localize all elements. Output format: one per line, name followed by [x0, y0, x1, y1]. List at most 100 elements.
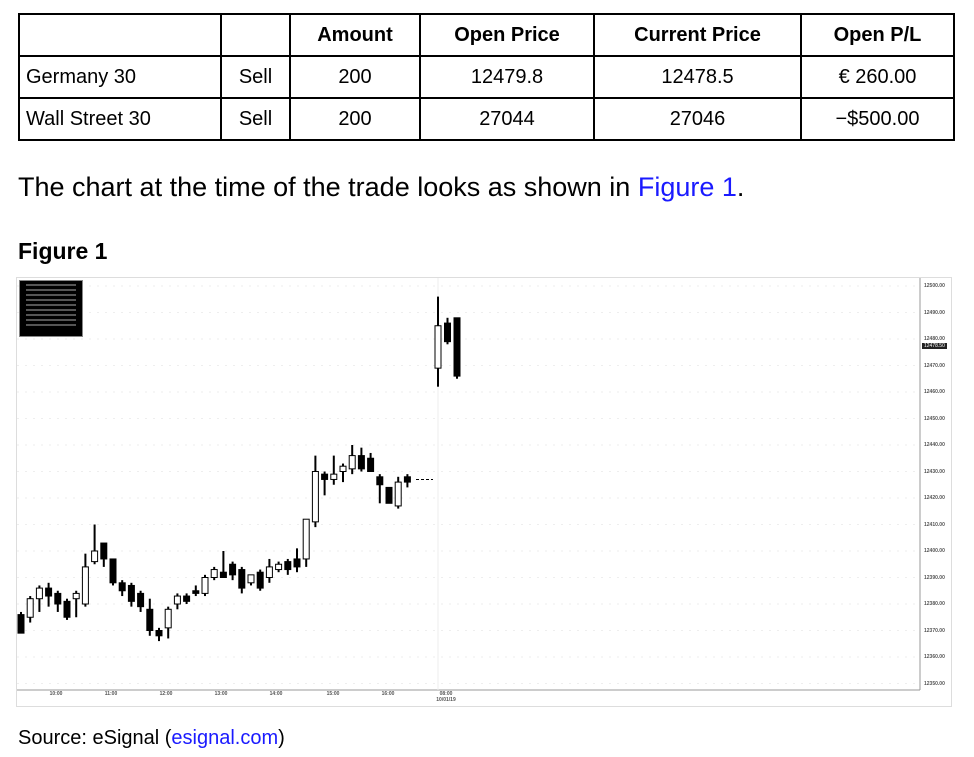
esignal-link[interactable]: esignal.com [171, 727, 278, 749]
y-tick-label: 12370.00 [924, 627, 945, 634]
candle-down [403, 476, 411, 483]
intro-end: . [736, 172, 745, 202]
candle-up [35, 587, 43, 600]
figure-title: Figure 1 [18, 238, 108, 264]
x-tick-label: 16:00 [381, 691, 395, 697]
candle-down [100, 542, 108, 560]
intro-text: The chart at the time of the trade looks… [18, 172, 638, 202]
candle-up [26, 598, 34, 618]
x-tick-label: 15:00 [326, 691, 340, 697]
x-date-label: 10/01/19 [436, 697, 456, 703]
cell-open-price: 12479.8 [419, 55, 595, 99]
candle-down [229, 563, 237, 576]
candle-up [91, 550, 99, 563]
cell-open-price: 27044 [419, 97, 595, 141]
header-current-price: Current Price [593, 13, 802, 57]
candle-down [367, 457, 375, 472]
candle-up [302, 518, 310, 560]
candle-down [127, 584, 135, 602]
candle-down [284, 561, 292, 571]
candle-up [210, 569, 218, 578]
y-tick-label: 12480.00 [924, 336, 945, 342]
candle-down [183, 595, 191, 602]
candle-up [81, 566, 89, 605]
cursor-info-box [19, 280, 83, 337]
candle-up [201, 577, 209, 594]
candle-up [265, 566, 273, 578]
x-tick-label: 12:00 [159, 691, 173, 697]
candle-down [321, 473, 329, 480]
chart-plot [17, 278, 921, 691]
y-tick-label: 12400.00 [924, 548, 945, 554]
cell-open-pl: −$500.00 [800, 97, 955, 141]
header-market [18, 13, 222, 57]
y-tick-label: 12450.00 [924, 415, 945, 422]
y-tick-label: 12460.00 [924, 389, 945, 395]
table-row: Germany 30 Sell 200 12479.8 12478.5 € 26… [18, 55, 955, 99]
cell-current-price: 27046 [593, 97, 802, 141]
candle-up [311, 471, 319, 523]
candle-up [173, 595, 181, 605]
candle-down [444, 322, 451, 343]
y-tick-label: 12350.00 [924, 680, 945, 687]
candle-up [348, 455, 356, 470]
candle-down [192, 590, 200, 594]
y-tick-label: 12470.00 [924, 362, 945, 369]
cell-market: Germany 30 [18, 55, 222, 99]
x-tick-label: 13:00 [214, 691, 228, 697]
cell-amount: 200 [289, 97, 421, 141]
candle-up [330, 473, 338, 480]
y-tick-label: 12430.00 [924, 468, 945, 475]
candle-down [219, 571, 227, 579]
cell-open-pl: € 260.00 [800, 55, 955, 99]
candle-up [247, 574, 255, 584]
header-open-price: Open Price [419, 13, 595, 57]
candle-up [339, 465, 347, 472]
candle-up [275, 563, 283, 571]
candle-down [146, 608, 154, 631]
candle-down [376, 476, 384, 486]
x-tick-label: 11:00 [104, 691, 118, 697]
candle-down [385, 486, 393, 504]
source-line: Source: eSignal (esignal.com) [18, 727, 285, 750]
intro-paragraph: The chart at the time of the trade looks… [18, 172, 744, 203]
cell-direction: Sell [220, 55, 291, 99]
cell-amount: 200 [289, 55, 421, 99]
candle-down [357, 455, 365, 470]
candle-down [54, 592, 62, 605]
candle-down [45, 587, 53, 597]
cell-direction: Sell [220, 97, 291, 141]
candle-down [256, 571, 264, 589]
y-tick-label: 12380.00 [924, 601, 945, 607]
candlestick-chart: 12500.00 12490.00 12480.00 12470.00 12460.00… [16, 277, 952, 707]
cell-current-price: 12478.5 [593, 55, 802, 99]
candle-up [394, 481, 402, 507]
header-open-pl: Open P/L [800, 13, 955, 57]
cell-market: Wall Street 30 [18, 97, 222, 141]
y-tick-label: 12410.00 [924, 521, 945, 528]
current-price-badge: 12478.50 [922, 342, 947, 349]
y-tick-label: 12490.00 [924, 309, 945, 316]
y-tick-label: 12500.00 [924, 283, 945, 289]
table-header-row: Amount Open Price Current Price Open P/L [18, 13, 955, 57]
x-tick-label: 10:00 [49, 691, 63, 697]
candle-up [434, 325, 442, 369]
candle-down [118, 582, 126, 592]
source-text: Source: eSignal ( [18, 727, 172, 749]
y-tick-label: 12390.00 [924, 574, 945, 581]
x-tick-label: 14:00 [269, 691, 283, 697]
candle-down [238, 569, 246, 589]
figure-1-link[interactable]: Figure 1 [638, 172, 737, 202]
candle-down [293, 558, 301, 568]
y-tick-label: 12440.00 [924, 442, 945, 448]
y-tick-label: 12360.00 [924, 654, 945, 660]
candle-down [63, 600, 71, 618]
trades-table: Amount Open Price Current Price Open P/L… [18, 13, 955, 141]
table-row: Wall Street 30 Sell 200 27044 27046 −$50… [18, 97, 955, 141]
y-tick-label: 12420.00 [924, 495, 945, 501]
candle-down [453, 317, 461, 377]
candle-up [164, 608, 172, 629]
candle-down [137, 592, 145, 608]
candle-down [17, 614, 25, 634]
header-direction [220, 13, 291, 57]
